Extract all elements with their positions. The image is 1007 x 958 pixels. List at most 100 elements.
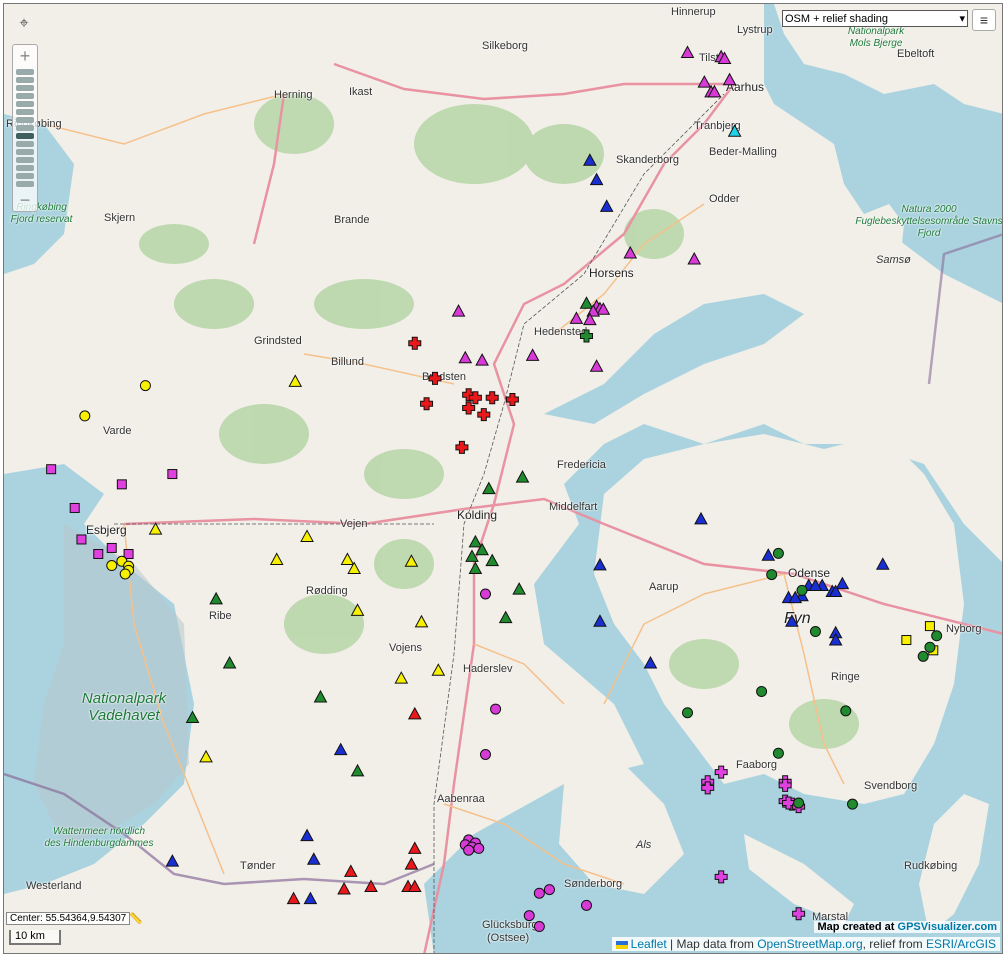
cross-marker[interactable] [714,765,728,779]
triangle-marker[interactable] [761,548,776,561]
esri-link[interactable]: ESRI/ArcGIS [926,937,996,951]
triangle-marker[interactable] [697,75,712,88]
square-marker[interactable] [93,549,104,560]
triangle-marker[interactable] [525,348,540,361]
zoom-out-button[interactable]: − [13,189,37,211]
circle-marker[interactable] [931,630,943,642]
circle-marker[interactable] [533,887,545,899]
zoom-level[interactable] [16,141,34,147]
zoom-level[interactable] [16,149,34,155]
triangle-marker[interactable] [364,879,378,893]
square-marker[interactable] [76,534,87,545]
cross-marker[interactable] [455,440,469,454]
circle-marker[interactable] [793,797,805,809]
triangle-marker[interactable] [498,610,513,624]
triangle-marker[interactable] [350,603,365,616]
triangle-marker[interactable] [643,655,658,669]
triangle-marker[interactable] [185,710,200,724]
circle-marker[interactable] [479,749,491,761]
circle-marker[interactable] [772,747,784,759]
zoom-level[interactable] [16,125,34,131]
triangle-marker[interactable] [148,522,163,535]
circle-marker[interactable] [543,884,555,896]
triangle-marker[interactable] [475,353,489,366]
zoom-level[interactable] [16,181,34,187]
triangle-marker[interactable] [350,763,365,777]
triangle-marker[interactable] [343,864,358,877]
cross-marker[interactable] [792,907,806,921]
triangle-marker[interactable] [337,881,351,895]
circle-marker[interactable] [523,910,535,922]
triangle-marker[interactable] [414,614,429,628]
circle-marker[interactable] [917,650,929,662]
leaflet-link[interactable]: Leaflet [631,937,667,951]
triangle-marker[interactable] [431,663,446,676]
circle-marker[interactable] [840,705,852,717]
triangle-marker[interactable] [300,529,314,542]
square-marker[interactable] [167,469,178,480]
gpsvisualizer-link[interactable]: GPSVisualizer.com [898,921,997,933]
triangle-marker[interactable] [222,655,237,669]
square-marker[interactable] [924,621,935,632]
cross-marker[interactable] [505,393,519,407]
triangle-marker[interactable] [306,852,321,865]
cross-marker[interactable] [714,870,728,884]
triangle-marker[interactable] [333,742,348,756]
cross-marker[interactable] [428,371,442,385]
triangle-marker[interactable] [209,591,223,605]
circle-marker[interactable] [139,380,151,392]
circle-marker[interactable] [473,842,485,854]
triangle-marker[interactable] [404,857,419,870]
circle-marker[interactable] [756,686,768,698]
circle-marker[interactable] [682,707,694,719]
square-marker[interactable] [116,479,127,490]
circle-marker[interactable] [106,560,118,572]
square-marker[interactable] [901,635,912,646]
zoom-level[interactable] [16,77,34,83]
circle-marker[interactable] [119,568,131,580]
triangle-marker[interactable] [199,749,213,763]
triangle-marker[interactable] [583,153,597,166]
triangle-marker[interactable] [286,891,301,905]
zoom-level[interactable] [16,157,34,163]
triangle-marker[interactable] [303,891,318,905]
triangle-marker[interactable] [340,552,355,565]
triangle-marker[interactable] [722,72,737,86]
triangle-marker[interactable] [407,706,422,720]
triangle-marker[interactable] [482,481,496,495]
circle-marker[interactable] [846,798,858,810]
zoom-level[interactable] [16,85,34,91]
layer-select[interactable]: OSM + relief shading ▾ [782,10,968,27]
zoom-level[interactable] [16,165,34,171]
triangle-marker[interactable] [694,511,708,525]
triangle-marker[interactable] [458,350,473,364]
zoom-level[interactable] [16,109,34,115]
zoom-in-button[interactable]: + [13,45,37,67]
zoom-level[interactable] [16,93,34,99]
triangle-marker[interactable] [288,374,303,387]
triangle-marker[interactable] [593,614,607,627]
triangle-marker[interactable] [465,549,479,562]
triangle-marker[interactable] [593,557,607,571]
square-marker[interactable] [46,464,57,475]
cross-marker[interactable] [579,329,593,343]
ruler-icon[interactable]: 📏 [129,912,143,925]
circle-marker[interactable] [533,921,545,933]
circle-marker[interactable] [580,899,592,911]
triangle-marker[interactable] [468,561,483,575]
triangle-marker[interactable] [785,614,799,627]
circle-marker[interactable] [924,641,936,653]
zoom-level[interactable] [16,117,34,123]
zoom-level[interactable] [16,101,34,107]
square-marker[interactable] [69,502,80,513]
circle-marker[interactable] [796,584,808,596]
circle-marker[interactable] [809,626,821,638]
zoom-level-current[interactable] [16,133,34,139]
circle-marker[interactable] [79,410,91,422]
triangle-marker[interactable] [394,671,409,684]
triangle-marker[interactable] [589,359,604,372]
osm-link[interactable]: OpenStreetMap.org [757,937,862,951]
map-canvas[interactable]: Hinnerup Lystrup Silkeborg Tilst Ebeltof… [3,3,1003,954]
triangle-marker[interactable] [623,245,638,259]
crosshair-icon[interactable]: ⌖ [14,14,34,34]
